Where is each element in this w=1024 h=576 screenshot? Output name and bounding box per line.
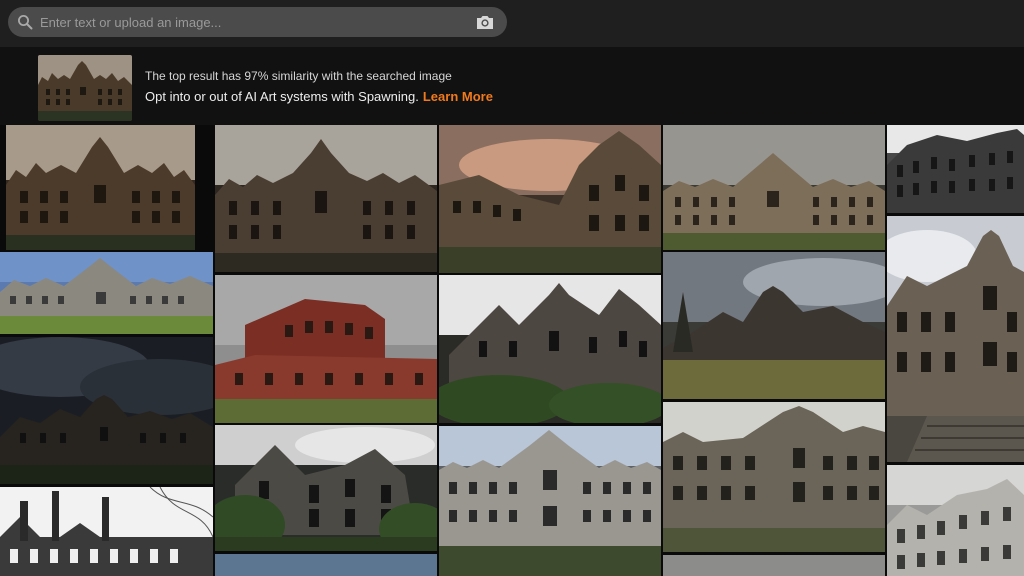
result-image[interactable] — [663, 252, 885, 399]
searched-image-thumbnail — [38, 55, 132, 121]
spawning-text: Opt into or out of AI Art systems with S… — [145, 89, 419, 104]
result-image[interactable] — [215, 554, 437, 576]
result-image[interactable] — [887, 216, 1024, 462]
search-input[interactable] — [40, 7, 470, 37]
result-image[interactable] — [663, 555, 885, 576]
similarity-text: The top result has 97% similarity with t… — [145, 69, 452, 83]
app-window: The top result has 97% similarity with t… — [0, 0, 1024, 576]
camera-icon[interactable] — [475, 13, 495, 31]
result-summary: The top result has 97% similarity with t… — [0, 47, 1024, 125]
search-icon — [17, 14, 33, 30]
result-image[interactable] — [663, 125, 885, 250]
result-image[interactable] — [0, 487, 213, 576]
result-image[interactable] — [215, 425, 437, 551]
result-image[interactable] — [6, 125, 195, 250]
result-image[interactable] — [439, 125, 661, 273]
result-image[interactable] — [887, 125, 1024, 213]
result-image[interactable] — [887, 465, 1024, 576]
top-bar — [0, 0, 1024, 47]
result-image[interactable] — [439, 275, 661, 423]
result-image[interactable] — [439, 426, 661, 576]
result-image[interactable] — [215, 125, 437, 272]
result-image[interactable] — [0, 252, 213, 334]
result-image[interactable] — [0, 337, 213, 484]
results-grid — [0, 125, 1024, 576]
spawning-notice: Opt into or out of AI Art systems with S… — [145, 89, 493, 104]
result-image[interactable] — [663, 402, 885, 552]
learn-more-link[interactable]: Learn More — [423, 89, 493, 104]
result-image[interactable] — [215, 275, 437, 423]
search-bar[interactable] — [8, 7, 507, 37]
